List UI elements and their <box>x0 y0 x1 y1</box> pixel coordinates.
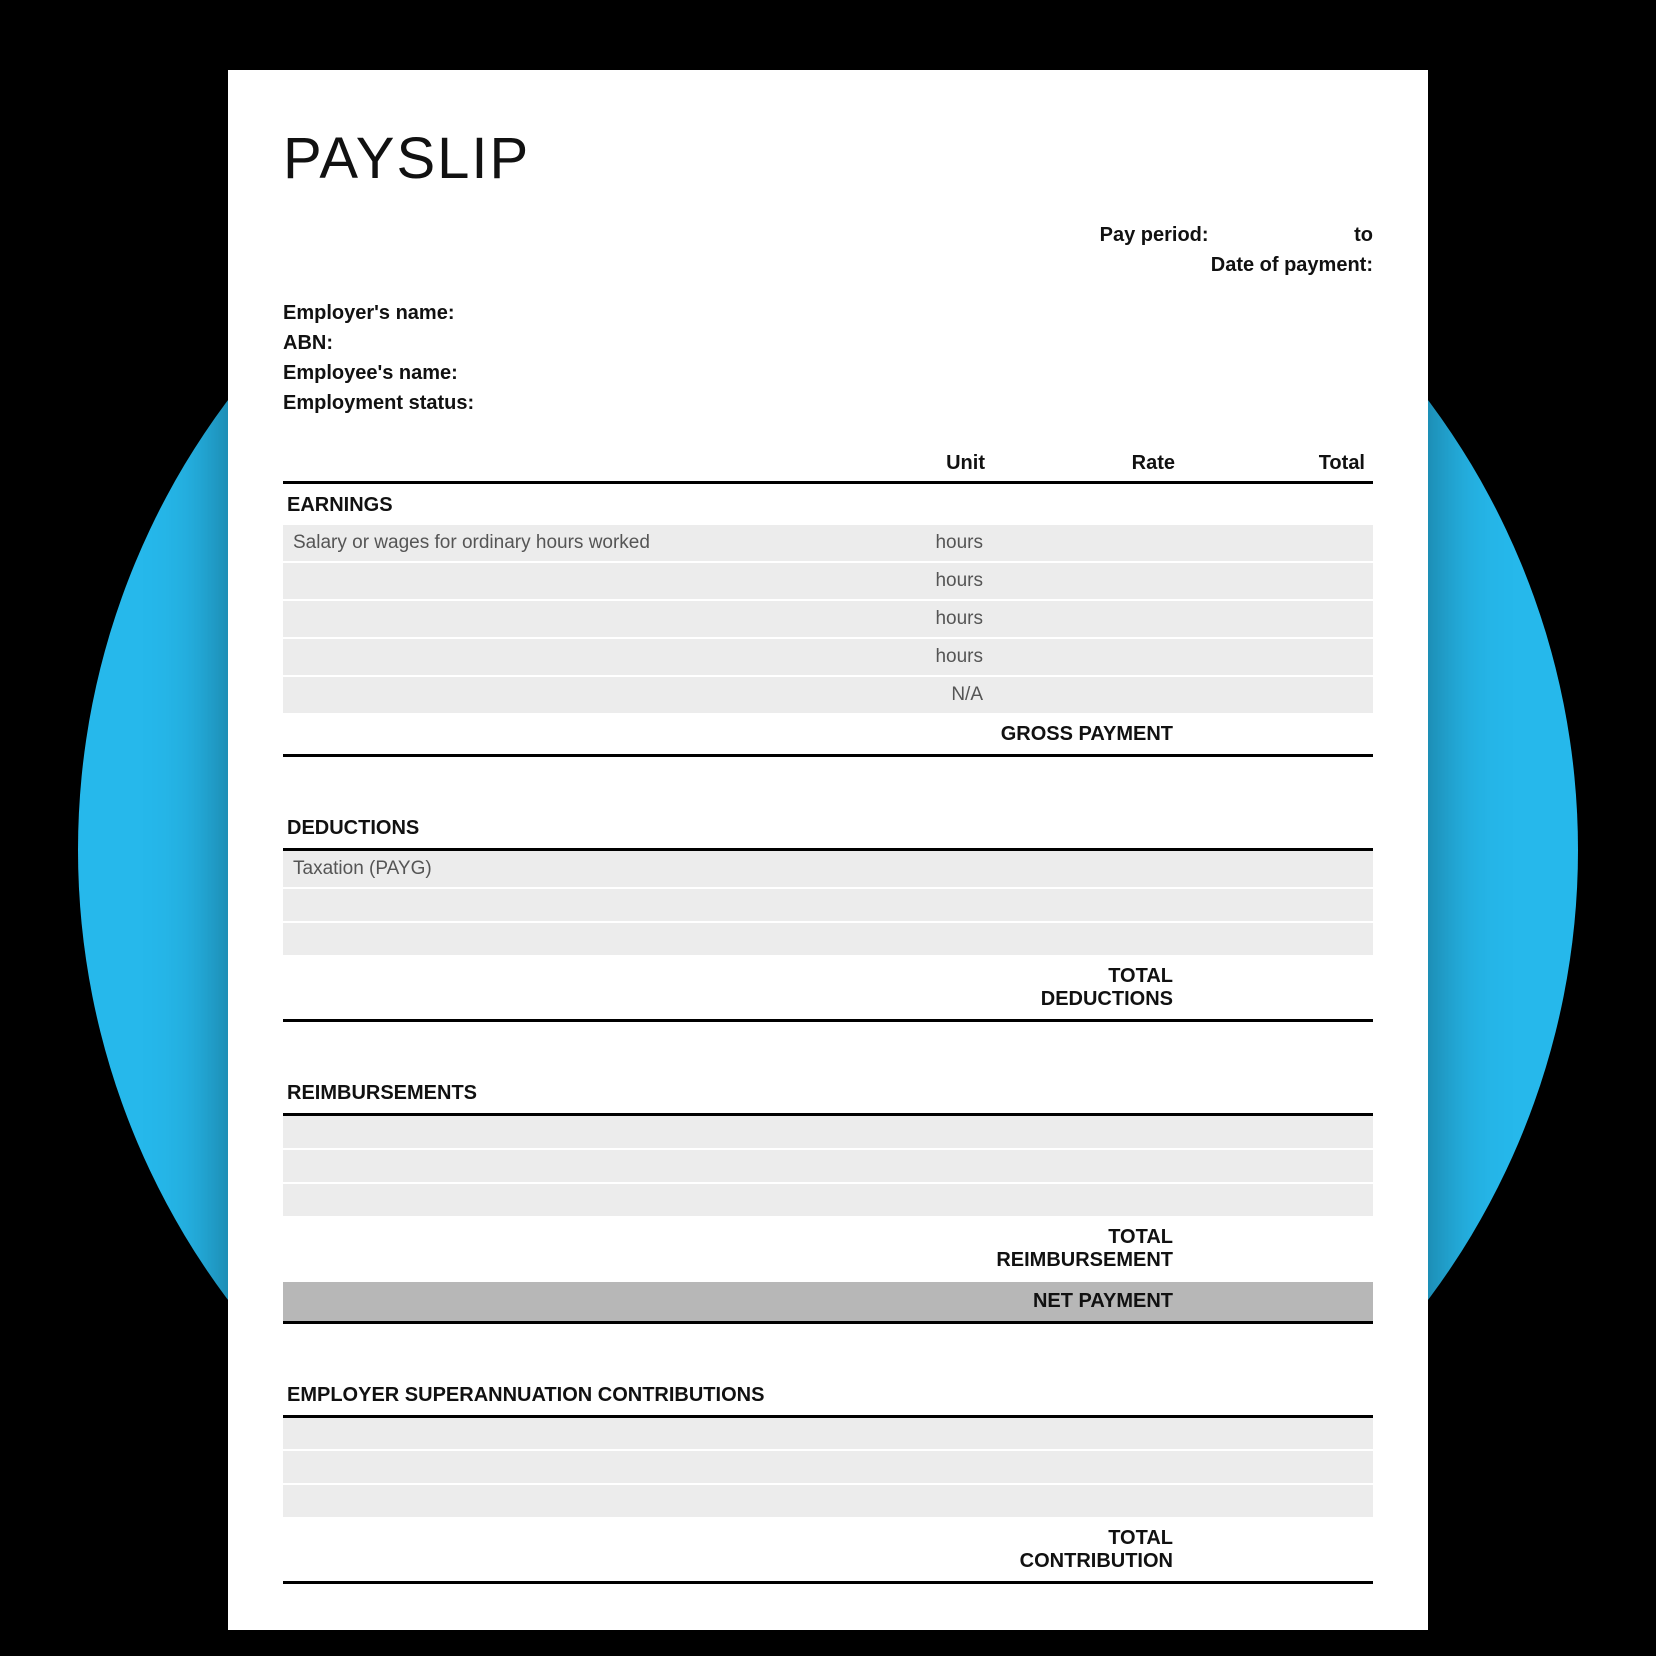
row-desc: Salary or wages for ordinary hours worke… <box>283 525 803 562</box>
table-row <box>283 888 1373 922</box>
payslip-document: PAYSLIP Pay period: to Date of payment: … <box>228 70 1428 1630</box>
column-total: Total <box>1183 446 1373 483</box>
row-desc <box>283 888 803 922</box>
table-row <box>283 1416 1373 1450</box>
earnings-table: Unit Rate Total EARNINGS Salary or wages… <box>283 446 1373 757</box>
abn-label: ABN: <box>283 328 1373 358</box>
total-contribution-label: TOTAL CONTRIBUTION <box>993 1518 1183 1583</box>
pay-period-block: Pay period: to Date of payment: <box>283 220 1373 280</box>
employee-name-label: Employee's name: <box>283 358 1373 388</box>
row-desc <box>283 562 803 600</box>
super-heading: EMPLOYER SUPERANNUATION CONTRIBUTIONS <box>283 1374 1373 1417</box>
employer-details-block: Employer's name: ABN: Employee's name: E… <box>283 298 1373 418</box>
reimbursements-heading: REIMBURSEMENTS <box>283 1072 1373 1115</box>
net-payment-label: NET PAYMENT <box>993 1281 1183 1323</box>
row-desc <box>283 638 803 676</box>
document-title: PAYSLIP <box>283 125 1373 192</box>
table-row: N/A <box>283 676 1373 714</box>
employment-status-label: Employment status: <box>283 388 1373 418</box>
row-unit: hours <box>803 600 993 638</box>
table-row: hours <box>283 638 1373 676</box>
pay-period-label: Pay period: <box>1100 220 1209 250</box>
column-unit: Unit <box>803 446 993 483</box>
table-row: hours <box>283 600 1373 638</box>
table-row <box>283 1183 1373 1217</box>
total-deductions-label: TOTAL DEDUCTIONS <box>993 956 1183 1021</box>
super-table: EMPLOYER SUPERANNUATION CONTRIBUTIONS TO… <box>283 1374 1373 1585</box>
earnings-heading: EARNINGS <box>283 483 1373 526</box>
table-row: Salary or wages for ordinary hours worke… <box>283 525 1373 562</box>
row-desc: Taxation (PAYG) <box>283 850 803 889</box>
row-unit: N/A <box>803 676 993 714</box>
reimbursements-table: REIMBURSEMENTS TOTAL REIMBURSEMENT NET P… <box>283 1072 1373 1324</box>
total-reimbursement-label: TOTAL REIMBURSEMENT <box>993 1217 1183 1281</box>
row-desc <box>283 922 803 956</box>
table-row: Taxation (PAYG) <box>283 850 1373 889</box>
row-desc <box>283 676 803 714</box>
column-rate: Rate <box>993 446 1183 483</box>
table-row <box>283 1149 1373 1183</box>
pay-period-to: to <box>1354 224 1373 246</box>
row-unit: hours <box>803 562 993 600</box>
employer-name-label: Employer's name: <box>283 298 1373 328</box>
table-row <box>283 1115 1373 1149</box>
deductions-table: DEDUCTIONS Taxation (PAYG) TOTAL DEDUCTI… <box>283 807 1373 1022</box>
gross-payment-label: GROSS PAYMENT <box>993 714 1183 756</box>
date-of-payment-label: Date of payment: <box>1211 250 1373 280</box>
table-row <box>283 922 1373 956</box>
table-row <box>283 1450 1373 1484</box>
row-desc <box>283 600 803 638</box>
deductions-heading: DEDUCTIONS <box>283 807 1373 850</box>
table-row <box>283 1484 1373 1518</box>
row-unit: hours <box>803 525 993 562</box>
table-row: hours <box>283 562 1373 600</box>
row-unit: hours <box>803 638 993 676</box>
